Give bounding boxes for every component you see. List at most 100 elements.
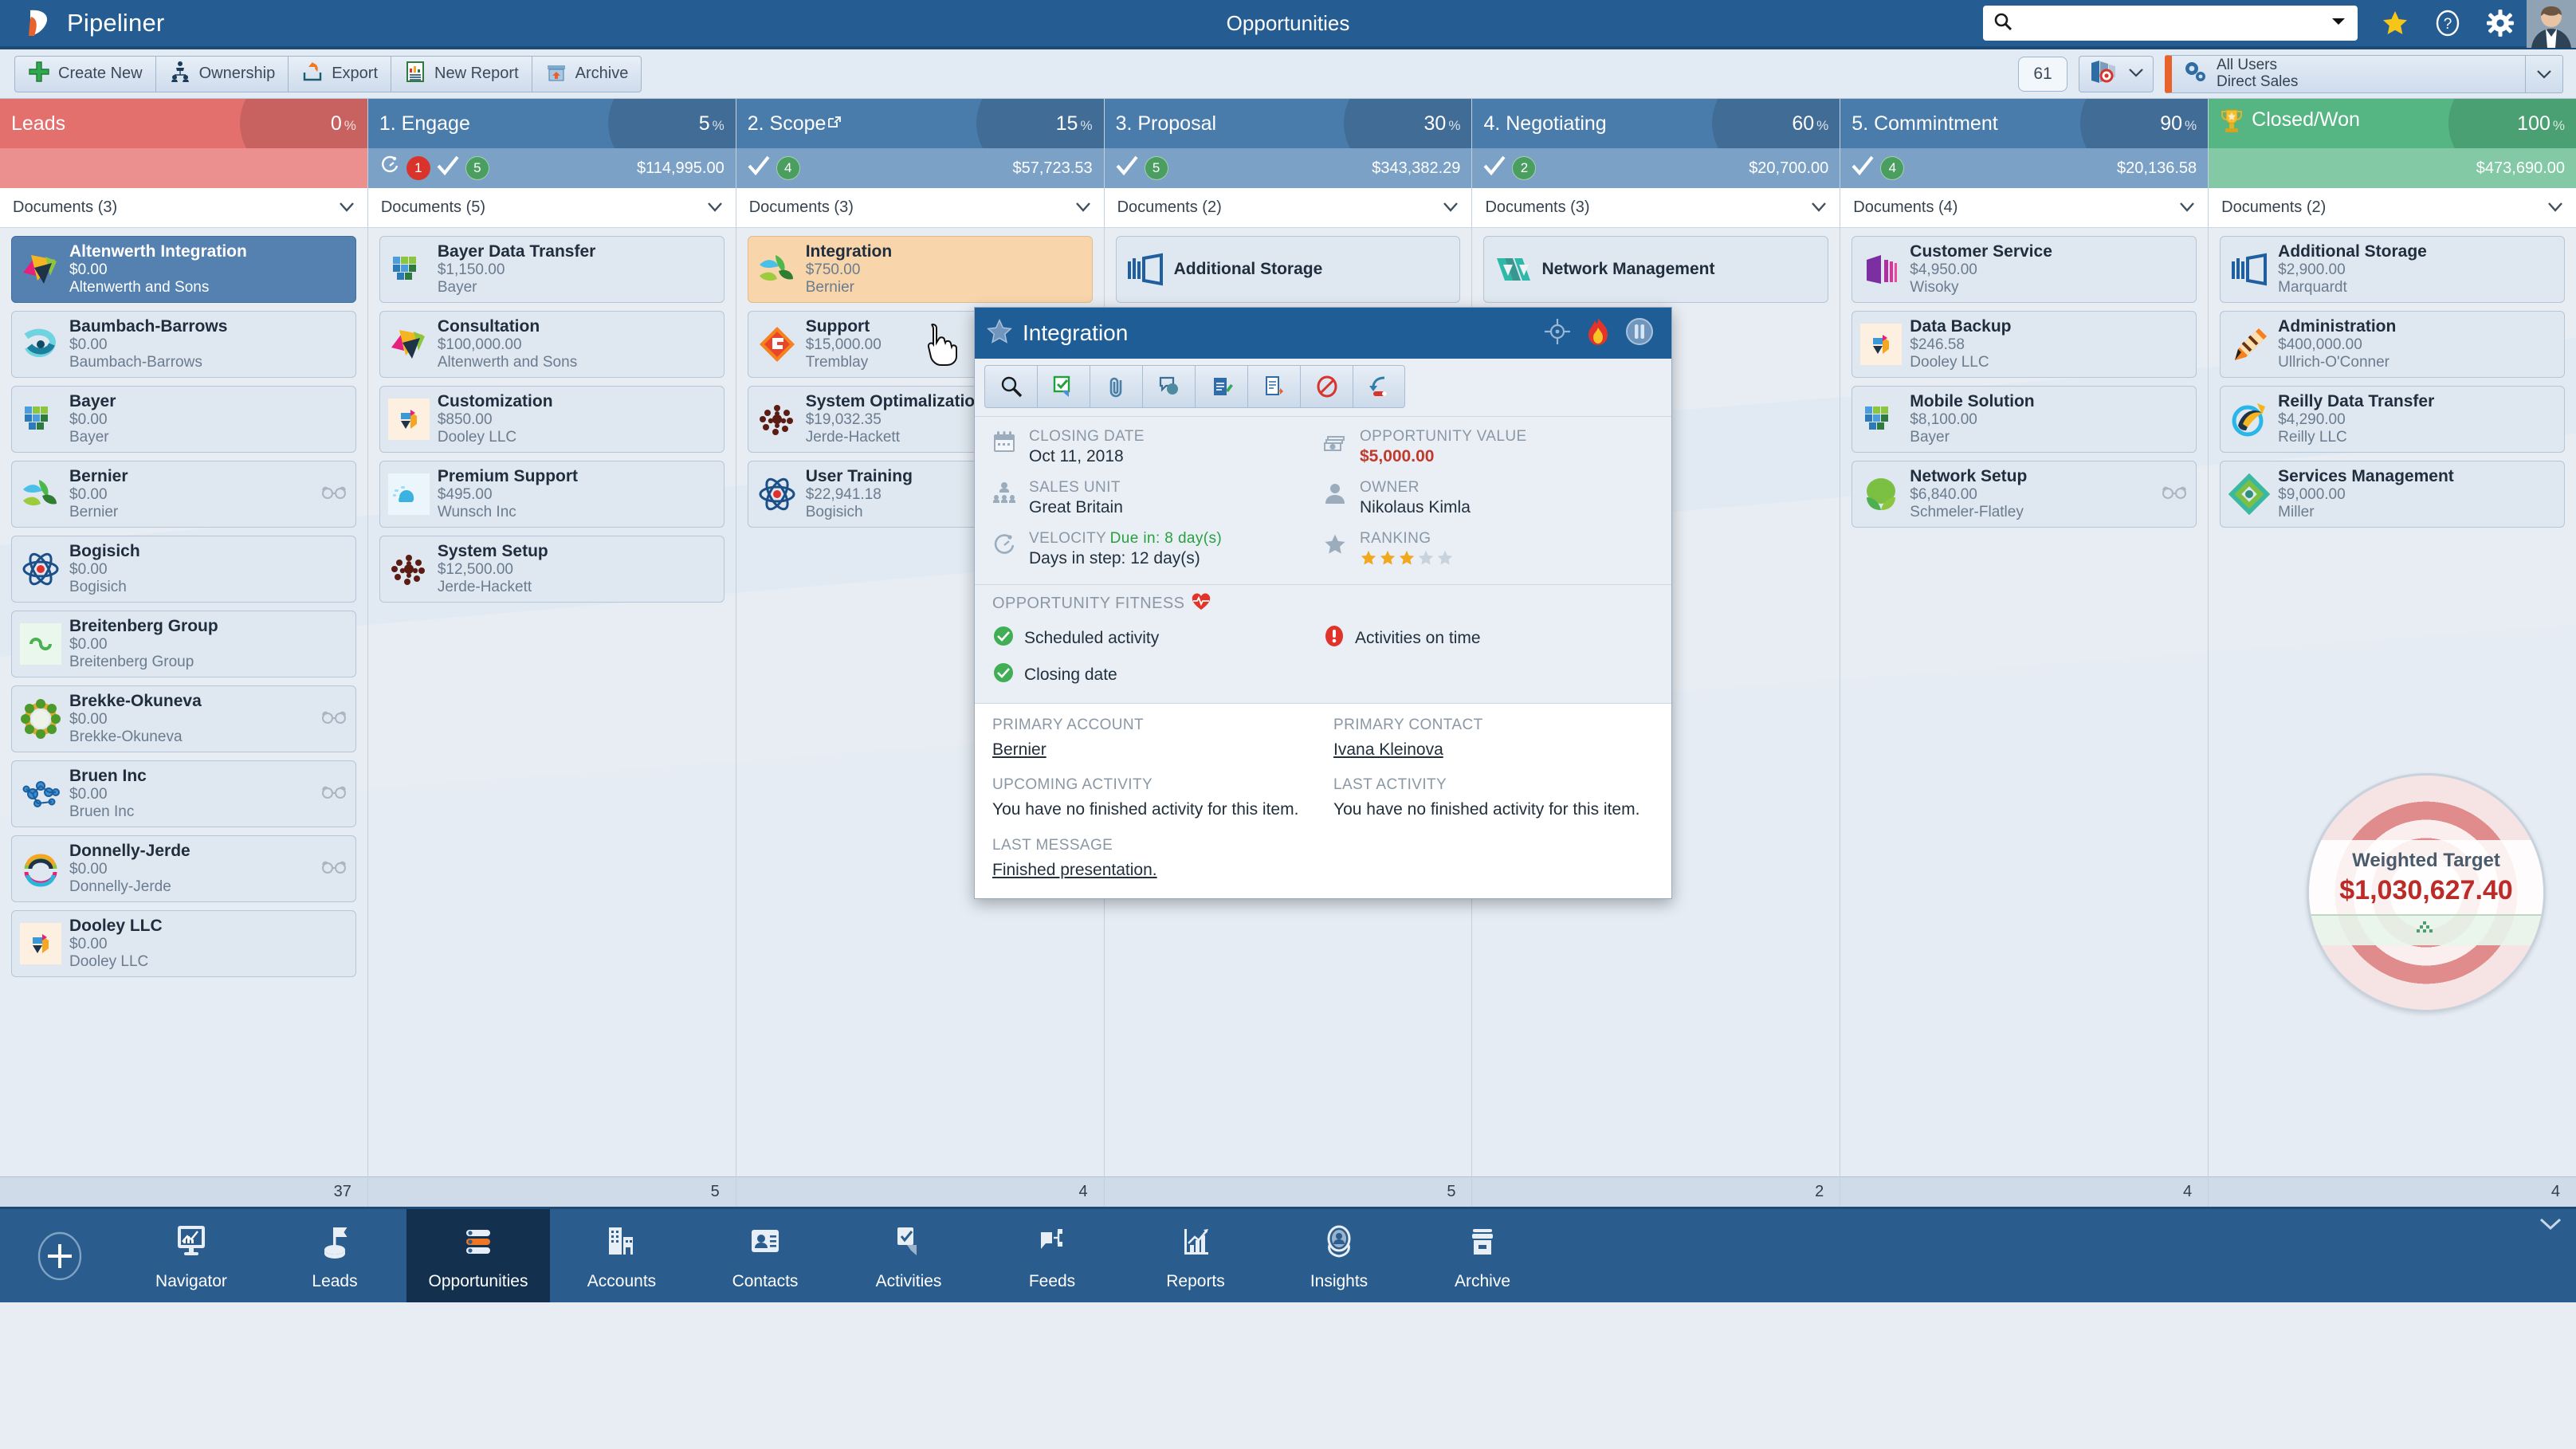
expand-icon[interactable] [827,112,842,135]
target-icon[interactable] [1544,318,1571,349]
chevron-down-icon[interactable] [2547,198,2563,217]
export-button[interactable]: Export [288,56,391,92]
opportunity-card[interactable]: Additional Storage [1116,236,1461,303]
reilly-logo [2228,399,2270,440]
view-selector-button[interactable] [2079,56,2154,92]
nav-item-reports[interactable]: Reports [1124,1209,1267,1302]
stage-percent: 0% [331,112,356,135]
help-button[interactable]: ? [2421,0,2474,48]
opportunity-card[interactable]: Services Management$9,000.00Miller [2220,461,2565,528]
nav-item-activities[interactable]: Activities [837,1209,980,1302]
stage-header[interactable]: 4. Negotiating60% [1472,99,1840,148]
opportunity-card[interactable]: Altenwerth Integration$0.00Altenwerth an… [11,236,356,303]
opportunity-card[interactable]: Bogisich$0.00Bogisich [11,536,356,603]
user-avatar[interactable] [2527,0,2576,48]
search-input[interactable] [2013,6,2321,41]
nav-item-accounts[interactable]: Accounts [550,1209,693,1302]
popup-document-button[interactable] [1247,365,1300,408]
popup-search-button[interactable] [984,365,1037,408]
opportunity-card[interactable]: Bayer Data Transfer$1,150.00Bayer [379,236,724,303]
documents-dropdown[interactable]: Documents (5) [368,188,736,228]
popup-task-button[interactable] [1037,365,1090,408]
opportunity-card[interactable]: Mobile Solution$8,100.00Bayer [1852,386,2197,453]
opportunity-card[interactable]: Integration$750.00Bernier [748,236,1093,303]
chevron-down-icon[interactable] [339,198,355,217]
documents-dropdown[interactable]: Documents (4) [1840,188,2208,228]
primary-contact-link[interactable]: Ivana Kleinova [1333,740,1443,759]
ranking-stars[interactable] [1360,549,1455,571]
opportunity-card[interactable]: Administration$400,000.00Ullrich-O'Conne… [2220,311,2565,378]
opportunity-card[interactable]: Network Management [1483,236,1828,303]
opportunity-card[interactable]: Breitenberg Group$0.00Breitenberg Group [11,611,356,677]
opportunity-card[interactable]: Bernier$0.00Bernier [11,461,356,528]
popup-attachment-button[interactable] [1090,365,1142,408]
collapse-nav-button[interactable] [2539,1209,2576,1302]
create-new-button[interactable]: Create New [14,56,155,92]
opportunity-card[interactable]: Dooley LLC$0.00Dooley LLC [11,910,356,977]
search-icon [1983,11,2013,36]
popup-move-back-button[interactable] [1353,365,1405,408]
nav-item-archive[interactable]: Archive [1411,1209,1554,1302]
opportunity-card[interactable]: Data Backup$246.58Dooley LLC [1852,311,2197,378]
stage-header[interactable]: Closed/Won100% [2209,99,2576,148]
documents-dropdown[interactable]: Documents (2) [2209,188,2576,228]
weighted-target-widget[interactable]: Weighted Target $1,030,627.40 [2307,773,2546,1012]
opportunity-card[interactable]: Donnelly-Jerde$0.00Donnelly-Jerde [11,835,356,902]
documents-dropdown[interactable]: Documents (3) [736,188,1104,228]
primary-account-value[interactable]: Bernier [992,739,1313,760]
opportunity-card[interactable]: Customer Service$4,950.00Wisoky [1852,236,2197,303]
chevron-down-icon[interactable] [1443,198,1459,217]
popup-comment-button[interactable] [1142,365,1195,408]
popup-lost-button[interactable] [1300,365,1353,408]
stage-header[interactable]: 3. Proposal30% [1105,99,1472,148]
pause-icon[interactable] [1625,317,1654,350]
card-title: Brekke-Okuneva [69,692,202,710]
opportunity-card[interactable]: Reilly Data Transfer$4,290.00Reilly LLC [2220,386,2565,453]
quick-add-button[interactable] [0,1209,120,1302]
opportunity-card[interactable]: Bayer$0.00Bayer [11,386,356,453]
primary-account-link[interactable]: Bernier [992,740,1046,759]
chevron-down-icon[interactable] [2179,198,2195,217]
stage-header[interactable]: 5. Commintment90% [1840,99,2208,148]
chevron-down-icon[interactable] [2525,56,2562,92]
opportunity-card[interactable]: Additional Storage$2,900.00Marquardt [2220,236,2565,303]
star-icon[interactable] [986,318,1013,349]
chevron-down-icon[interactable] [1075,198,1091,217]
nav-item-contacts[interactable]: Contacts [693,1209,837,1302]
archive-button[interactable]: Archive [532,56,642,92]
stage-header[interactable]: Leads0% [0,99,367,148]
documents-dropdown[interactable]: Documents (3) [0,188,367,228]
opportunity-card[interactable]: Baumbach-Barrows$0.00Baumbach-Barrows [11,311,356,378]
stage-header[interactable]: 1. Engage5% [368,99,736,148]
new-report-button[interactable]: New Report [391,56,532,92]
primary-contact-value[interactable]: Ivana Kleinova [1333,739,1654,760]
favorites-star-button[interactable] [2369,0,2421,48]
global-search[interactable] [1983,6,2358,41]
popup-note-button[interactable] [1195,365,1247,408]
opportunity-card[interactable]: Network Setup$6,840.00Schmeler-Flatley [1852,461,2197,528]
nav-item-navigator[interactable]: Navigator [120,1209,263,1302]
opportunity-card[interactable]: Bruen Inc$0.00Bruen Inc [11,760,356,827]
nav-item-leads[interactable]: Leads [263,1209,406,1302]
opportunity-card[interactable]: Consultation$100,000.00Altenwerth and So… [379,311,724,378]
documents-dropdown[interactable]: Documents (3) [1472,188,1840,228]
opportunity-card[interactable]: Customization$850.00Dooley LLC [379,386,724,453]
ownership-button[interactable]: Ownership [155,56,289,92]
target-grip-handle[interactable] [2309,914,2543,945]
chevron-down-icon[interactable] [707,198,723,217]
nav-item-insights[interactable]: Insights [1267,1209,1411,1302]
documents-dropdown[interactable]: Documents (2) [1105,188,1472,228]
opportunity-card[interactable]: System Setup$12,500.00Jerde-Hackett [379,536,724,603]
last-message-link[interactable]: Finished presentation. [992,861,1157,879]
stage-header[interactable]: 2. Scope15% [736,99,1104,148]
last-message-value[interactable]: Finished presentation. [992,859,1313,881]
chevron-down-icon[interactable] [1811,198,1827,217]
settings-gear-button[interactable] [2474,0,2527,48]
opportunity-card[interactable]: Brekke-Okuneva$0.00Brekke-Okuneva [11,685,356,752]
opportunity-card[interactable]: Premium Support$495.00Wunsch Inc [379,461,724,528]
chevron-down-icon[interactable] [2321,16,2346,31]
flame-icon[interactable] [1585,317,1611,350]
nav-item-feeds[interactable]: Feeds [980,1209,1124,1302]
filter-selector[interactable]: All Users Direct Sales [2165,55,2563,93]
nav-item-opportunities[interactable]: Opportunities [406,1209,550,1302]
